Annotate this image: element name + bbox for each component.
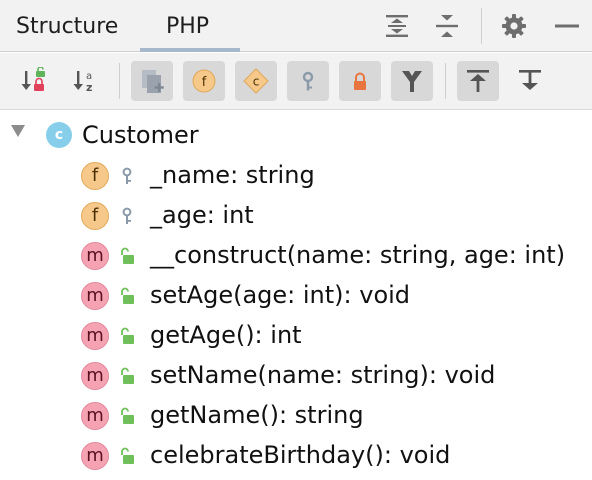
method-label: getAge(): int <box>150 321 302 349</box>
selected-tab-indicator <box>140 48 240 52</box>
field-icon: f <box>81 162 109 190</box>
show-non-public-button[interactable] <box>287 61 329 101</box>
field-label: _age: int <box>150 201 254 229</box>
tool-window-header: Structure PHP <box>0 0 592 52</box>
class-name: Customer <box>82 121 199 149</box>
public-lock-icon <box>121 367 134 384</box>
show-constants-button[interactable]: c <box>235 61 277 101</box>
field-label: _name: string <box>150 161 315 189</box>
show-includes-button[interactable] <box>391 61 433 101</box>
svg-text:z: z <box>86 81 92 94</box>
expand-all-icon[interactable] <box>383 12 411 40</box>
method-label: celebrateBirthday(): void <box>150 441 451 469</box>
public-lock-icon <box>121 327 134 344</box>
field-row[interactable]: f _name: string <box>0 155 592 195</box>
tab-structure[interactable]: Structure <box>16 0 118 52</box>
structure-toolbar: a z f c <box>0 53 592 110</box>
method-icon: m <box>81 442 109 470</box>
svg-text:c: c <box>253 75 260 89</box>
header-divider <box>481 8 482 44</box>
method-icon: m <box>81 242 109 270</box>
method-row[interactable]: m celebrateBirthday(): void <box>0 435 592 475</box>
gear-icon[interactable] <box>500 12 528 40</box>
show-private-button[interactable] <box>339 61 381 101</box>
method-row[interactable]: m setName(name: string): void <box>0 355 592 395</box>
show-constants-icon: c <box>243 68 269 94</box>
autoscroll-from-source-icon <box>519 70 541 90</box>
sort-alphabetically-button[interactable]: a z <box>65 61 107 101</box>
toolbar-divider <box>119 63 120 99</box>
expand-arrow-icon[interactable] <box>10 124 26 138</box>
tab-php[interactable]: PHP <box>140 0 240 52</box>
method-row[interactable]: m getName(): string <box>0 395 592 435</box>
collapse-all-icon[interactable] <box>433 12 461 40</box>
show-non-public-icon <box>302 71 314 91</box>
method-icon: m <box>81 402 109 430</box>
method-icon: m <box>81 282 109 310</box>
show-private-icon <box>354 72 366 90</box>
show-fields-button[interactable]: f <box>183 61 225 101</box>
autoscroll-to-source-button[interactable] <box>457 61 499 101</box>
private-key-icon <box>122 207 132 224</box>
toolbar-divider <box>445 63 446 99</box>
public-lock-icon <box>121 287 134 304</box>
show-inherited-button[interactable] <box>131 61 173 101</box>
sort-by-visibility-icon <box>21 67 45 91</box>
method-row[interactable]: m setAge(age: int): void <box>0 275 592 315</box>
field-row[interactable]: f _age: int <box>0 195 592 235</box>
show-fields-icon: f <box>192 69 216 93</box>
svg-text:f: f <box>202 75 207 90</box>
method-row[interactable]: m __construct(name: string, age: int) <box>0 235 592 275</box>
public-lock-icon <box>121 447 134 464</box>
method-icon: m <box>81 322 109 350</box>
method-label: setAge(age: int): void <box>150 281 411 309</box>
class-icon: c <box>46 122 72 148</box>
sort-by-visibility-button[interactable] <box>13 61 55 101</box>
method-row[interactable]: m getAge(): int <box>0 315 592 355</box>
sort-alphabetically-icon: a z <box>73 71 92 94</box>
private-key-icon <box>122 167 132 184</box>
method-label: getName(): string <box>150 401 364 429</box>
show-inherited-icon <box>142 70 164 93</box>
method-icon: m <box>81 362 109 390</box>
public-lock-icon <box>121 247 134 264</box>
minimize-icon[interactable] <box>553 12 581 40</box>
method-label: setName(name: string): void <box>150 361 496 389</box>
structure-tree: c Customer f _name: string f _age: int m __co… <box>0 111 592 480</box>
autoscroll-from-source-button[interactable] <box>509 61 551 101</box>
autoscroll-to-source-icon <box>467 70 489 92</box>
public-lock-icon <box>121 407 134 424</box>
field-icon: f <box>81 202 109 230</box>
method-label: __construct(name: string, age: int) <box>150 241 566 269</box>
tab-php-label: PHP <box>166 14 210 39</box>
show-includes-icon <box>402 71 422 92</box>
